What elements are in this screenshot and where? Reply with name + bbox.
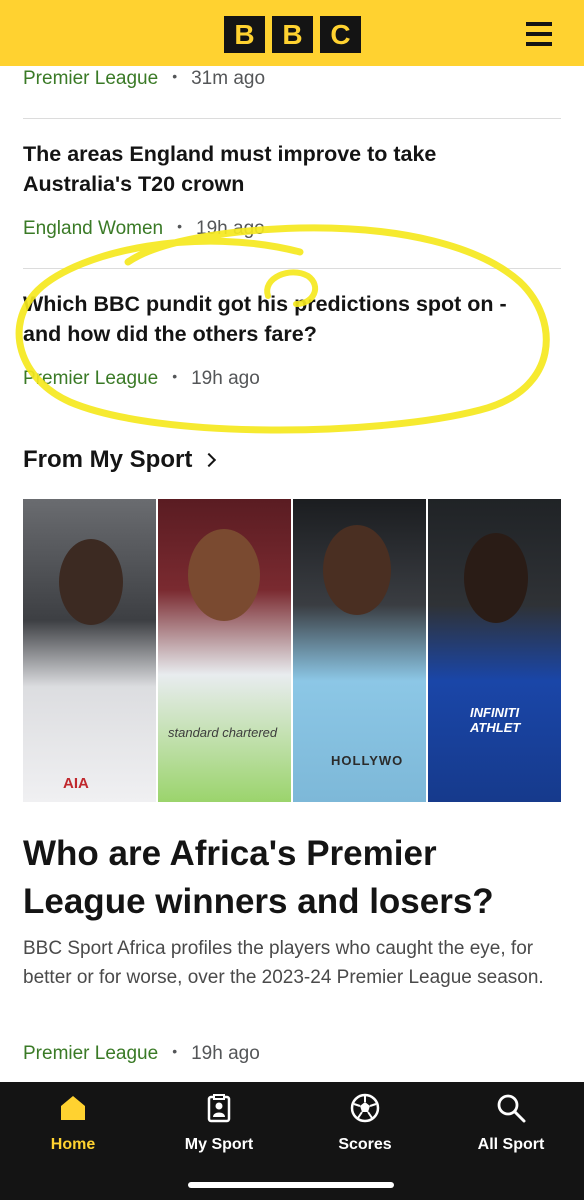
feature-headline[interactable]: Who are Africa's Premier League winners … <box>23 830 553 926</box>
player-head <box>323 525 391 615</box>
player-photo: standard chartered <box>158 499 291 802</box>
nav-all-sport[interactable]: All Sport <box>451 1092 571 1154</box>
from-my-sport-heading[interactable]: From My Sport <box>23 446 217 474</box>
player-photo: INFINITI ATHLET <box>428 499 561 802</box>
home-indicator[interactable] <box>188 1182 394 1188</box>
nav-label: All Sport <box>477 1136 545 1153</box>
timestamp: 19h ago <box>191 368 260 389</box>
my-sport-icon <box>207 1094 231 1123</box>
logo-letter: C <box>320 16 361 53</box>
feature-image[interactable]: AIA standard chartered HOLLYWO INFINITI … <box>23 499 561 802</box>
nav-label: Home <box>50 1136 96 1153</box>
nav-label: My Sport <box>184 1136 254 1153</box>
divider <box>23 118 561 119</box>
nav-scores[interactable]: Scores <box>305 1092 425 1154</box>
section-link[interactable]: England Women <box>23 218 163 240</box>
meta-separator: • <box>172 368 178 384</box>
article-meta: Premier League • 19h ago <box>23 368 260 390</box>
shirt-sponsor: HOLLYWO <box>331 753 404 768</box>
player-head <box>464 533 528 623</box>
section-link[interactable]: Premier League <box>23 368 158 390</box>
player-photo: AIA <box>23 499 156 802</box>
article-meta: England Women • 19h ago <box>23 218 265 240</box>
article-meta: Premier League • 19h ago <box>23 1043 260 1065</box>
player-head <box>188 529 260 621</box>
feature-summary: BBC Sport Africa profiles the players wh… <box>23 938 544 988</box>
article-headline[interactable]: Which BBC pundit got his predictions spo… <box>23 289 543 349</box>
nav-home[interactable]: Home <box>13 1092 133 1154</box>
player-photo: HOLLYWO <box>293 499 426 802</box>
logo-letter: B <box>224 16 265 53</box>
shirt-sponsor: INFINITI ATHLET <box>470 705 521 735</box>
section-heading-label: From My Sport <box>23 446 193 473</box>
bbc-logo[interactable]: B B C <box>224 16 361 53</box>
chevron-right-icon <box>202 452 217 468</box>
home-icon <box>61 1096 85 1120</box>
shirt-sponsor: AIA <box>63 775 89 792</box>
nav-my-sport[interactable]: My Sport <box>159 1092 279 1154</box>
nav-label: Scores <box>338 1136 392 1153</box>
meta-separator: • <box>172 1043 178 1059</box>
logo-letter: B <box>272 16 313 53</box>
meta-separator: • <box>177 218 183 234</box>
search-icon <box>497 1094 526 1123</box>
timestamp: 19h ago <box>196 218 265 239</box>
meta-separator: • <box>172 68 178 84</box>
article-meta: Premier League • 31m ago <box>23 68 265 90</box>
timestamp: 31m ago <box>191 68 266 89</box>
player-head <box>59 539 123 625</box>
article-headline[interactable]: The areas England must improve to take A… <box>23 139 543 199</box>
football-icon <box>350 1093 380 1123</box>
shirt-sponsor: standard chartered <box>168 725 278 740</box>
top-header: B B C <box>0 0 584 66</box>
hamburger-menu-icon[interactable] <box>526 22 552 46</box>
section-link[interactable]: Premier League <box>23 1043 158 1065</box>
section-link[interactable]: Premier League <box>23 68 158 90</box>
divider <box>23 268 561 269</box>
timestamp: 19h ago <box>191 1043 260 1064</box>
